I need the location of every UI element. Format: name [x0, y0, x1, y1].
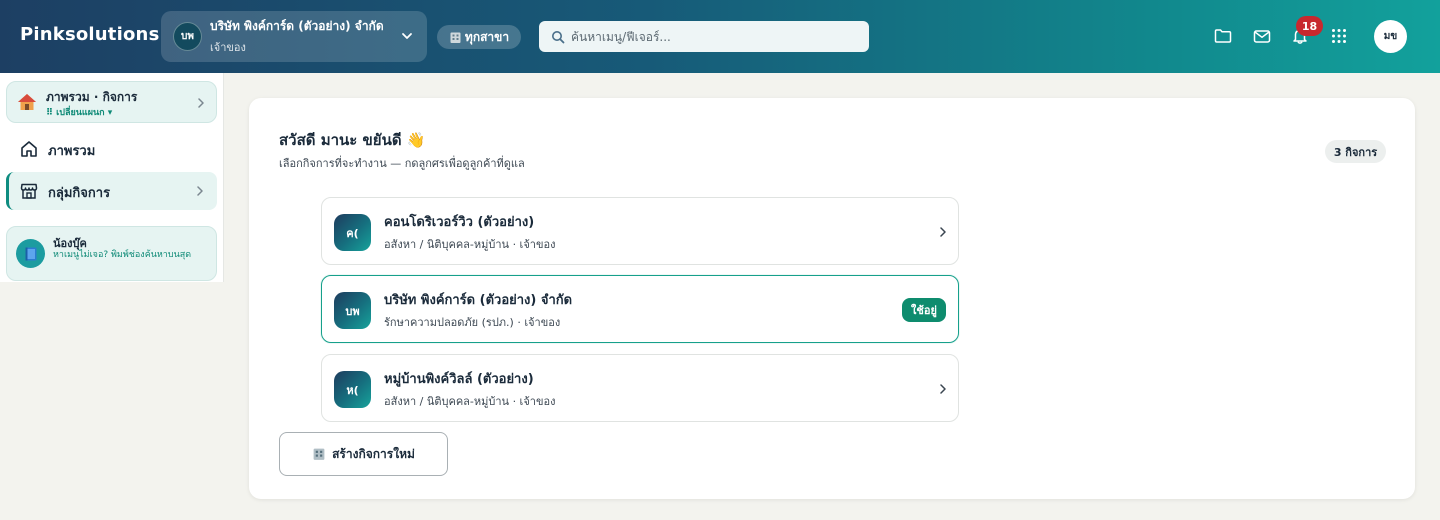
- sidebar-item-label: กลุ่มกิจการ: [48, 186, 111, 201]
- company-avatar: บพ: [173, 22, 202, 51]
- chevron-right-icon: [198, 98, 204, 108]
- branch-label: ทุกสาขา: [464, 29, 510, 44]
- business-name: บริษัท พิงค์การ์ด (ตัวอย่าง) จำกัด: [384, 293, 573, 308]
- top-bar: Pinksolutions บพ บริษัท พิงค์การ์ด (ตัวอ…: [0, 0, 1440, 73]
- mail-icon[interactable]: [1252, 26, 1272, 46]
- house-icon: [18, 94, 36, 110]
- brand-logo[interactable]: Pinksolutions: [20, 24, 159, 45]
- building-icon: [313, 448, 325, 460]
- sidebar-item-label: ภาพรวม: [48, 144, 96, 159]
- chevron-down-icon: [402, 33, 412, 39]
- business-name: คอนโดริเวอร์วิว (ตัวอย่าง): [384, 215, 535, 230]
- apps-grid-icon[interactable]: [1329, 26, 1349, 46]
- page-title: สวัสดี มานะ ขยันดี 👋: [279, 131, 426, 149]
- business-meta: รักษาความปลอดภัย (รปภ.) · เจ้าของ: [384, 316, 561, 329]
- business-count-badge: 3 กิจการ: [1325, 140, 1386, 163]
- page-subtitle: เลือกกิจการที่จะทำงาน — กดลูกศรเพื่อดูลู…: [279, 157, 525, 170]
- business-name: หมู่บ้านพิงค์วิลล์ (ตัวอย่าง): [384, 372, 534, 387]
- assistant-help-card[interactable]: น้องบุ๊ค หาเมนูไม่เจอ? พิมพ์ช่องค้นหาบนส…: [6, 226, 217, 281]
- store-icon: [20, 183, 38, 199]
- create-business-button[interactable]: สร้างกิจการใหม่: [279, 432, 448, 476]
- business-avatar: ห(: [334, 371, 371, 408]
- folder-icon[interactable]: [1213, 26, 1233, 46]
- business-avatar: ค(: [334, 214, 371, 251]
- search-icon: [552, 30, 565, 43]
- company-name: บริษัท พิงค์การ์ด (ตัวอย่าง) จำกัด: [210, 19, 384, 33]
- user-avatar[interactable]: มข: [1374, 20, 1407, 53]
- switch-department-link[interactable]: ⠿ เปลี่ยนแผนก ▾: [46, 105, 112, 119]
- home-icon: [21, 141, 37, 157]
- company-switcher[interactable]: บพ บริษัท พิงค์การ์ด (ตัวอย่าง) จำกัด เจ…: [161, 11, 427, 62]
- sidebar: ภาพรวม · กิจการ ⠿ เปลี่ยนแผนก ▾ ภาพรวม ก…: [0, 73, 224, 282]
- assistant-hint: หาเมนูไม่เจอ? พิมพ์ช่องค้นหาบนสุด: [53, 250, 192, 260]
- branch-selector[interactable]: ทุกสาขา: [437, 25, 521, 49]
- chevron-right-icon[interactable]: [939, 227, 947, 237]
- in-use-badge: ใช้อยู่: [902, 298, 946, 322]
- search-input[interactable]: [571, 29, 861, 44]
- search-box[interactable]: [539, 21, 869, 52]
- chevron-right-icon: [197, 186, 203, 196]
- create-business-label: สร้างกิจการใหม่: [332, 446, 415, 461]
- business-avatar: บพ: [334, 292, 371, 329]
- business-row[interactable]: ห( หมู่บ้านพิงค์วิลล์ (ตัวอย่าง) อสังหา …: [321, 354, 959, 422]
- business-selection-panel: สวัสดี มานะ ขยันดี 👋 เลือกกิจการที่จะทำง…: [249, 98, 1415, 499]
- notification-count-badge: 18: [1296, 16, 1323, 36]
- building-icon: [450, 32, 461, 43]
- business-meta: อสังหา / นิติบุคคล-หมู่บ้าน · เจ้าของ: [384, 395, 556, 408]
- sidebar-item-business-group[interactable]: กลุ่มกิจการ: [6, 172, 217, 210]
- company-role: เจ้าของ: [210, 41, 246, 54]
- business-row[interactable]: ค( คอนโดริเวอร์วิว (ตัวอย่าง) อสังหา / น…: [321, 197, 959, 265]
- chevron-right-icon[interactable]: [939, 384, 947, 394]
- business-meta: อสังหา / นิติบุคคล-หมู่บ้าน · เจ้าของ: [384, 238, 556, 251]
- business-row-active[interactable]: บพ บริษัท พิงค์การ์ด (ตัวอย่าง) จำกัด รั…: [321, 275, 959, 343]
- book-icon: [16, 239, 45, 268]
- overview-department-card[interactable]: ภาพรวม · กิจการ ⠿ เปลี่ยนแผนก ▾: [6, 81, 217, 123]
- sidebar-item-overview[interactable]: ภาพรวม: [6, 130, 217, 168]
